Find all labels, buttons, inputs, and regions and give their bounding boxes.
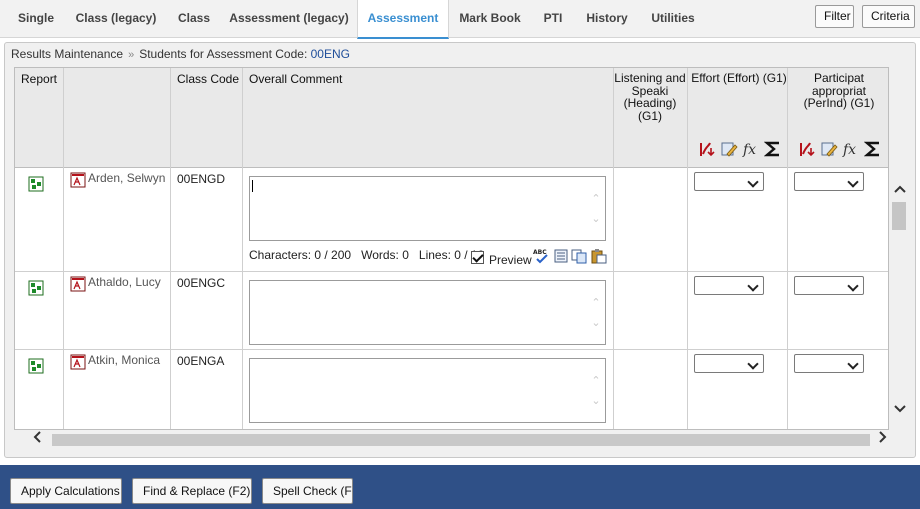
report-grid-icon[interactable]: [28, 280, 44, 299]
character-count: Characters: 0 / 200: [249, 248, 352, 262]
svg-text:fx: fx: [742, 142, 756, 158]
tab-single[interactable]: Single: [8, 0, 64, 38]
tab-assessment[interactable]: Assessment: [357, 0, 449, 39]
results-panel: Results Maintenance » Students for Assessm…: [4, 42, 916, 458]
participation-select[interactable]: [794, 276, 864, 295]
report-grid-icon[interactable]: [28, 176, 44, 195]
textarea-scroll-arrows[interactable]: ⌃ ⌄: [590, 371, 602, 411]
horizontal-scrollbar[interactable]: [14, 430, 889, 448]
breadcrumb-current: Students for Assessment Code:: [139, 47, 308, 61]
class-code: 00ENGA: [177, 354, 225, 368]
col-header-participation: Participat appropriat (PerInd) (G1): [803, 71, 875, 110]
find-replace-button[interactable]: Find & Replace (F2): [132, 478, 252, 504]
fx-formula-icon[interactable]: fx: [742, 140, 760, 158]
student-report-icon[interactable]: [70, 172, 86, 191]
scroll-right-icon[interactable]: [878, 431, 888, 446]
breadcrumb-separator: »: [128, 49, 135, 61]
overall-comment-textarea[interactable]: ⌃ ⌄: [249, 280, 606, 345]
footer-toolbar: Apply Calculations Find & Replace (F2) S…: [0, 465, 920, 509]
flag-override-icon[interactable]: [698, 140, 716, 158]
col-header-effort: Effort (Effort) (G1): [691, 71, 787, 85]
edit-values-icon[interactable]: [720, 140, 738, 158]
participation-select[interactable]: [794, 172, 864, 191]
participation-tools: fx: [798, 140, 882, 158]
preview-label: Preview: [489, 253, 532, 267]
students-grid: Report Class Code Overall Comment Listen…: [14, 67, 889, 430]
grid-header: Report Class Code Overall Comment Listen…: [15, 68, 888, 168]
student-report-icon[interactable]: [70, 276, 86, 295]
copy-icon[interactable]: [571, 248, 587, 267]
col-header-overall-comment: Overall Comment: [249, 72, 343, 86]
breadcrumb: Results Maintenance » Students for Assessm…: [11, 47, 350, 61]
horizontal-scroll-thumb[interactable]: [52, 434, 870, 446]
scroll-left-icon[interactable]: [32, 431, 42, 446]
assessment-code: 00ENG: [310, 47, 350, 61]
paste-icon[interactable]: [591, 248, 607, 267]
col-header-class-code: Class Code: [177, 72, 240, 86]
svg-text:fx: fx: [842, 142, 856, 158]
breadcrumb-root[interactable]: Results Maintenance: [11, 47, 123, 61]
comment-stats: Characters: 0 / 200 Words: 0 Lines: 0 / …: [249, 248, 484, 262]
effort-select[interactable]: [694, 276, 764, 295]
tab-class-legacy[interactable]: Class (legacy): [68, 0, 164, 38]
sigma-sum-icon[interactable]: [763, 140, 782, 158]
student-name[interactable]: Atkin, Monica: [88, 353, 160, 367]
tab-mark-book[interactable]: Mark Book: [452, 0, 528, 38]
apply-calculations-button[interactable]: Apply Calculations: [10, 478, 122, 504]
scroll-up-icon[interactable]: [894, 183, 906, 197]
fx-formula-icon[interactable]: fx: [842, 140, 860, 158]
effort-select[interactable]: [694, 172, 764, 191]
tab-class[interactable]: Class: [168, 0, 220, 38]
table-row: Arden, Selwyn 00ENGD ⌃ ⌄ Characters: 0 / …: [15, 168, 888, 272]
vertical-scroll-thumb[interactable]: [892, 202, 906, 230]
criteria-button[interactable]: Criteria: [862, 5, 915, 28]
text-cursor: [252, 180, 253, 192]
col-header-report: Report: [21, 72, 58, 86]
edit-values-icon[interactable]: [820, 140, 838, 158]
filter-button[interactable]: Filter: [815, 5, 854, 28]
flag-override-icon[interactable]: [798, 140, 816, 158]
effort-select[interactable]: [694, 354, 764, 373]
student-name[interactable]: Arden, Selwyn: [88, 171, 165, 185]
spell-check-icon[interactable]: ABC: [533, 248, 549, 267]
class-code: 00ENGC: [177, 276, 226, 290]
preview-checkbox[interactable]: [471, 251, 484, 264]
table-row: Athaldo, Lucy 00ENGC ⌃ ⌄: [15, 272, 888, 350]
vertical-scrollbar[interactable]: [889, 67, 911, 430]
scroll-down-icon[interactable]: [894, 403, 906, 417]
word-count: Words: 0: [361, 248, 409, 262]
overall-comment-textarea[interactable]: ⌃ ⌄: [249, 358, 606, 423]
textarea-scroll-arrows[interactable]: ⌃ ⌄: [590, 189, 602, 229]
report-grid-icon[interactable]: [28, 358, 44, 377]
sigma-sum-icon[interactable]: [863, 140, 882, 158]
student-report-icon[interactable]: [70, 354, 86, 373]
table-row: Atkin, Monica 00ENGA ⌃ ⌄: [15, 350, 888, 429]
tab-assessment-legacy[interactable]: Assessment (legacy): [224, 0, 354, 38]
comment-bank-icon[interactable]: [553, 248, 569, 267]
col-header-listening: Listening and Speaki (Heading) (G1): [614, 71, 686, 123]
tab-history[interactable]: History: [580, 0, 634, 38]
svg-text:ABC: ABC: [533, 249, 547, 256]
tab-utilities[interactable]: Utilities: [644, 0, 702, 38]
class-code: 00ENGD: [177, 172, 226, 186]
tab-pti[interactable]: PTI: [536, 0, 570, 38]
overall-comment-textarea[interactable]: ⌃ ⌄: [249, 176, 606, 241]
tab-bar: Single Class (legacy) Class Assessment (…: [0, 0, 920, 39]
student-name[interactable]: Athaldo, Lucy: [88, 275, 161, 289]
participation-select[interactable]: [794, 354, 864, 373]
spell-check-button[interactable]: Spell Check (F: [262, 478, 353, 504]
effort-tools: fx: [698, 140, 782, 158]
textarea-scroll-arrows[interactable]: ⌃ ⌄: [590, 293, 602, 333]
